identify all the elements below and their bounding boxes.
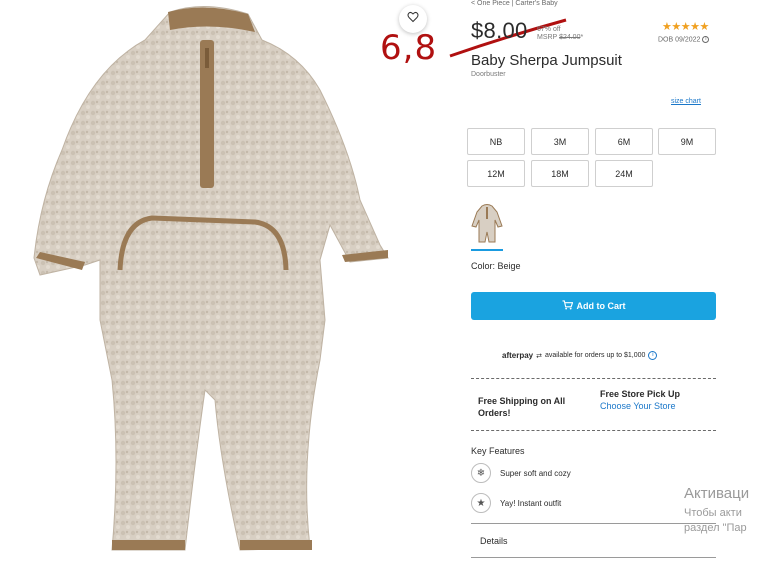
- product-title: Baby Sherpa Jumpsuit: [471, 52, 622, 69]
- feature-item: ❄ Super soft and cozy: [471, 463, 571, 483]
- dob-text: DOB 09/2022: [658, 36, 701, 44]
- color-label: Color: Beige: [471, 261, 521, 271]
- details-accordion[interactable]: Details: [480, 536, 508, 546]
- size-option-9m[interactable]: 9M: [658, 128, 716, 155]
- sale-price: $8.00: [471, 18, 528, 43]
- product-subtitle: Doorbuster: [471, 71, 506, 78]
- swatch-selected-indicator: [471, 249, 503, 251]
- add-to-cart-label: Add to Cart: [576, 301, 626, 311]
- size-option-3m[interactable]: 3M: [531, 128, 589, 155]
- msrp-value: $24.00: [559, 34, 581, 41]
- discount-info: 67% off MSRP $24.00*: [537, 26, 583, 42]
- store-pickup-title: Free Store Pick Up: [600, 389, 681, 399]
- star-badge-icon: ★: [471, 493, 491, 513]
- afterpay-info-icon[interactable]: i: [648, 351, 658, 360]
- divider: [471, 430, 716, 431]
- feature-text: Super soft and cozy: [500, 468, 571, 478]
- free-shipping-text: Free Shipping on All Orders!: [478, 396, 566, 418]
- feature-item: ★ Yay! Instant outfit: [471, 493, 561, 513]
- msrp-suffix: *: [580, 34, 584, 41]
- key-features-title: Key Features: [471, 446, 525, 456]
- snowflake-icon: ❄: [471, 463, 491, 483]
- rating-stars[interactable]: ★★★★★: [662, 20, 709, 33]
- handwritten-annotation: 6,8: [380, 28, 438, 68]
- windows-activation-watermark: Активаци Чтобы акти раздел "Пар: [684, 485, 749, 534]
- discount-percent: 67% off: [537, 26, 561, 33]
- afterpay-info: afterpay ⇄ available for orders up to $1…: [502, 351, 658, 360]
- breadcrumb[interactable]: < One Piece | Carter's Baby: [471, 0, 558, 7]
- product-image: [33, 5, 389, 551]
- heart-icon: [407, 10, 419, 28]
- divider: [471, 557, 716, 558]
- size-chart-link[interactable]: size chart: [671, 98, 701, 105]
- info-icon[interactable]: i: [702, 36, 710, 43]
- product-image-area: [0, 0, 440, 563]
- divider: [471, 378, 716, 379]
- watermark-line: Чтобы акти: [684, 507, 742, 519]
- msrp-label: MSRP: [537, 34, 558, 41]
- afterpay-logo: afterpay: [502, 351, 534, 360]
- divider: [471, 523, 716, 524]
- size-option-18m[interactable]: 18M: [531, 160, 589, 187]
- size-option-12m[interactable]: 12M: [467, 160, 525, 187]
- feature-text: Yay! Instant outfit: [500, 498, 562, 508]
- size-option-6m[interactable]: 6M: [595, 128, 653, 155]
- add-to-cart-button[interactable]: Add to Cart: [471, 292, 716, 320]
- watermark-line: раздел "Пар: [684, 522, 747, 534]
- afterpay-arrows-icon: ⇄: [536, 352, 542, 360]
- choose-store-link[interactable]: Choose Your Store: [600, 401, 676, 411]
- dob-info: DOB 09/2022 i: [658, 36, 710, 44]
- msrp: MSRP $24.00*: [537, 34, 583, 42]
- watermark-line: Активаци: [684, 485, 750, 502]
- afterpay-text: available for orders up to $1,000: [545, 352, 646, 359]
- size-option-nb[interactable]: NB: [467, 128, 525, 155]
- cart-icon: [562, 300, 573, 312]
- color-swatch-beige[interactable]: [471, 202, 503, 248]
- size-option-24m[interactable]: 24M: [595, 160, 653, 187]
